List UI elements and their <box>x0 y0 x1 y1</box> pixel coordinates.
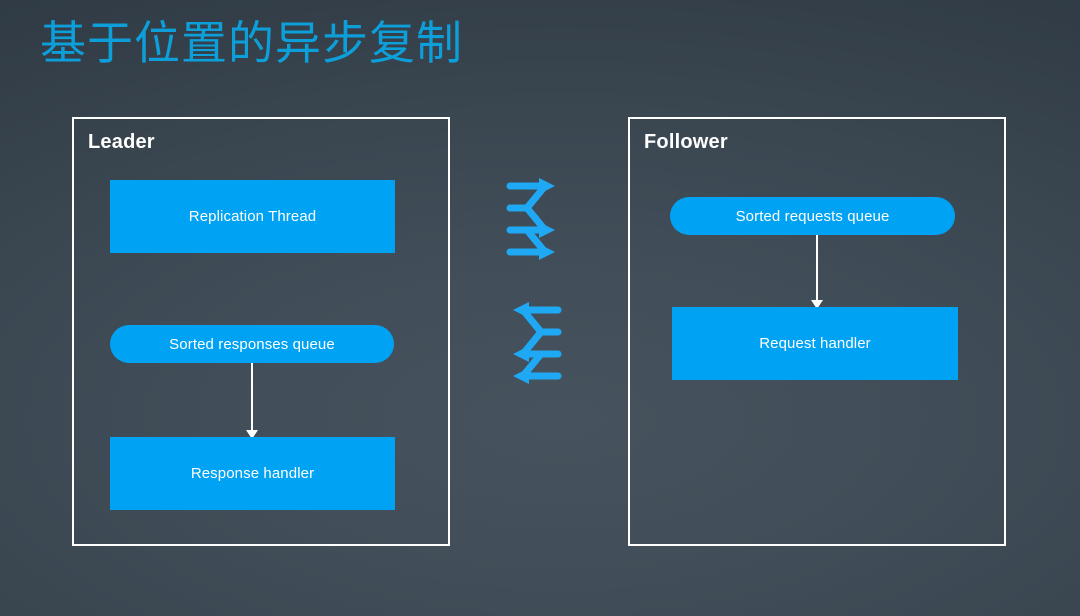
node-sorted-responses-queue-label: Sorted responses queue <box>169 335 335 353</box>
panel-follower-title: Follower <box>644 131 728 153</box>
slide-canvas: 基于位置的异步复制 Leader Replication Thread Sort… <box>0 0 1080 616</box>
node-request-handler[interactable]: Request handler <box>672 307 958 380</box>
node-response-handler[interactable]: Response handler <box>110 437 395 510</box>
arrow-shaft <box>816 235 818 301</box>
page-title: 基于位置的异步复制 <box>40 17 463 69</box>
arrow-down-sorted-requests-to-request-handler <box>810 235 824 309</box>
node-sorted-requests-queue[interactable]: Sorted requests queue <box>670 197 955 235</box>
serpentine-arrow-left-icon <box>505 300 563 391</box>
node-sorted-responses-queue[interactable]: Sorted responses queue <box>110 325 394 363</box>
arrow-down-sorted-responses-to-response-handler <box>245 363 259 439</box>
node-replication-thread[interactable]: Replication Thread <box>110 180 395 253</box>
node-response-handler-label: Response handler <box>190 465 315 482</box>
arrow-shaft <box>251 363 253 431</box>
node-request-handler-label: Request handler <box>759 335 871 352</box>
panel-leader-title: Leader <box>88 131 155 153</box>
node-replication-thread-label: Replication Thread <box>188 208 317 225</box>
node-sorted-requests-queue-label: Sorted requests queue <box>735 207 890 225</box>
serpentine-arrow-right-icon <box>505 176 563 267</box>
